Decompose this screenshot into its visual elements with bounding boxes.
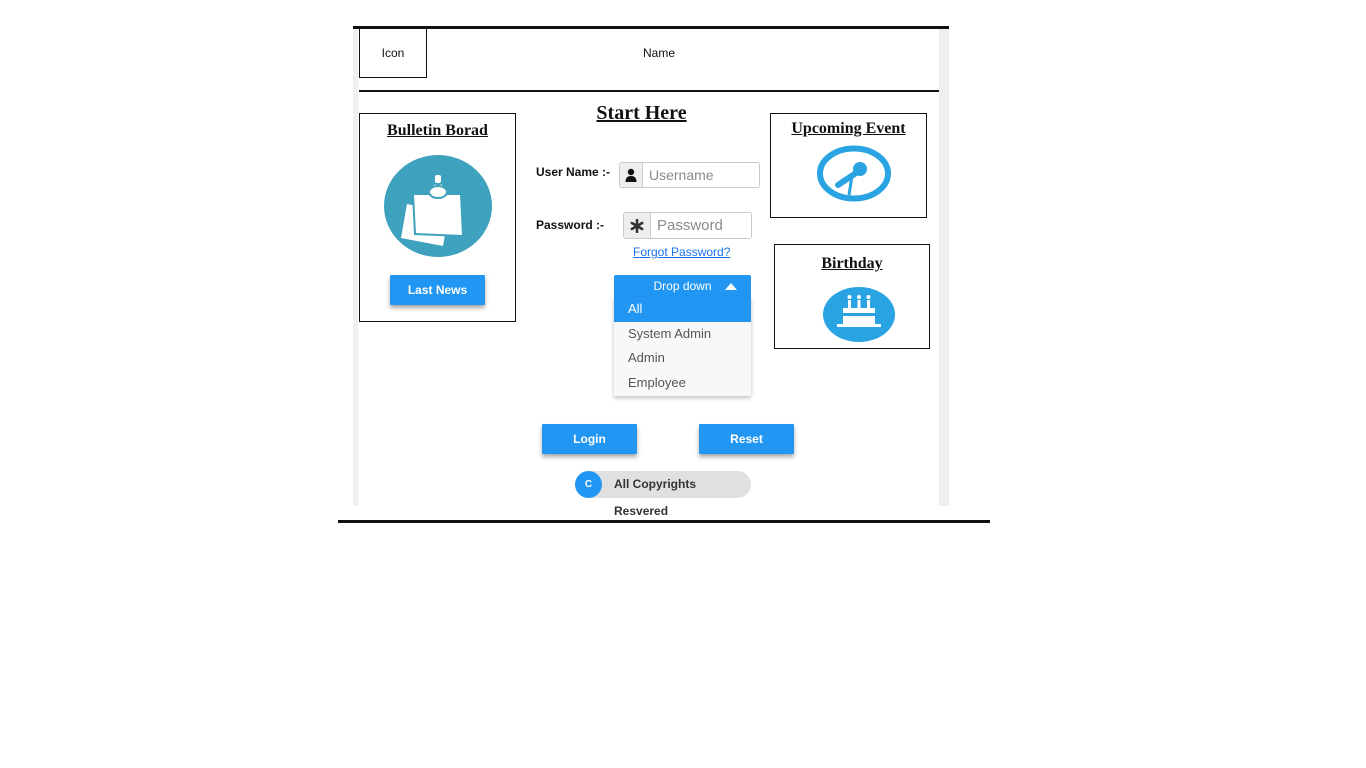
password-field[interactable] — [623, 212, 752, 239]
start-here-title: Start Here — [596, 102, 687, 124]
password-label: Password :- — [536, 218, 605, 232]
copyright-chip: C All Copyrights Resvered — [575, 471, 751, 518]
sticky-note-pin-icon — [383, 154, 493, 258]
dropdown-option-system-admin[interactable]: System Admin — [614, 322, 751, 347]
birthday-cake-icon — [822, 286, 896, 343]
caret-up-icon — [725, 283, 737, 290]
birthday-panel: Birthday — [774, 244, 930, 349]
login-button[interactable]: Login — [542, 424, 637, 454]
birthday-title: Birthday — [821, 255, 883, 272]
header-divider — [359, 90, 939, 92]
reset-button[interactable]: Reset — [699, 424, 794, 454]
frame-left-border — [353, 29, 358, 506]
header-name: Name — [642, 46, 675, 60]
scrollbar-track[interactable] — [939, 29, 949, 506]
dropdown-label: Drop down — [653, 279, 712, 293]
username-input[interactable] — [643, 163, 759, 187]
dropdown-option-admin[interactable]: Admin — [614, 346, 751, 371]
username-label: User Name :- — [536, 165, 611, 179]
microphone-icon — [816, 145, 892, 202]
last-news-button[interactable]: Last News — [390, 275, 485, 305]
user-icon — [620, 163, 643, 187]
bulletin-board-panel: Bulletin Borad Last News — [359, 113, 516, 322]
dropdown-option-employee[interactable]: Employee — [614, 371, 751, 396]
upcoming-event-title: Upcoming Event — [791, 120, 906, 137]
username-field[interactable] — [619, 162, 760, 188]
bulletin-board-title: Bulletin Borad — [387, 122, 488, 139]
header-icon-placeholder[interactable]: Icon — [359, 28, 427, 78]
chip-avatar: C — [575, 471, 602, 498]
role-dropdown-toggle[interactable]: Drop down — [614, 275, 751, 297]
forgot-password-link[interactable]: Forgot Password? — [633, 245, 730, 259]
copyright-text: All Copyrights Resvered — [614, 477, 697, 518]
dropdown-option-all[interactable]: All — [614, 297, 751, 322]
asterisk-icon — [624, 213, 651, 238]
header-icon-label: Icon — [381, 46, 405, 60]
role-dropdown-menu: All System Admin Admin Employee — [614, 297, 751, 396]
upcoming-event-panel: Upcoming Event — [770, 113, 927, 218]
password-input[interactable] — [651, 213, 751, 238]
